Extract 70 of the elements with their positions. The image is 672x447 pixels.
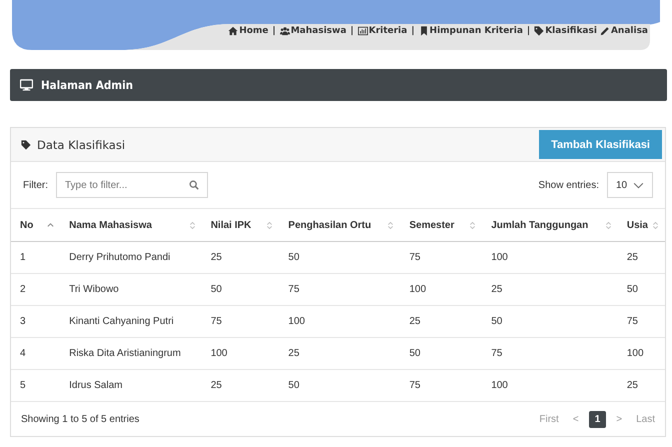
table-cell: 1 — [11, 242, 60, 274]
nav-link[interactable]: Klasifikasi — [534, 26, 597, 36]
show-entries-label: Show entries: — [538, 180, 599, 190]
column-header[interactable]: Nama Mahasiswa — [60, 209, 202, 242]
nav-link[interactable]: Analisa — [600, 26, 648, 36]
bookmark-icon — [418, 26, 429, 36]
table-cell: Tri Wibowo — [60, 274, 202, 306]
column-header[interactable]: Nilai IPK — [202, 209, 280, 242]
table-cell: 25 — [202, 242, 280, 274]
card-title: Data Klasifikasi — [37, 138, 126, 152]
filter-label: Filter: — [23, 180, 48, 190]
column-header[interactable]: No — [11, 209, 60, 242]
nav-separator: | — [350, 26, 354, 36]
table-cell: 25 — [618, 370, 665, 402]
table-cell: 75 — [618, 306, 665, 338]
table-cell: 50 — [279, 242, 400, 274]
table-cell: 50 — [279, 370, 400, 402]
table-cell: 25 — [279, 338, 400, 370]
search-icon — [189, 180, 199, 190]
table-cell: 25 — [482, 274, 618, 306]
nav-link[interactable]: Mahasiswa — [280, 26, 346, 36]
table-cell: 25 — [400, 306, 482, 338]
table-cell: 50 — [202, 274, 280, 306]
entries-select[interactable]: 10 — [607, 172, 653, 198]
nav-link[interactable]: Home — [228, 26, 268, 36]
page-link[interactable]: 1 — [588, 410, 606, 428]
chevron-down-icon — [633, 182, 644, 188]
table-cell: 75 — [400, 370, 482, 402]
table-cell: 25 — [202, 370, 280, 402]
chart-icon — [358, 26, 368, 36]
table-cell: 75 — [400, 242, 482, 274]
filter-field[interactable]: Type to filter... — [56, 172, 208, 198]
table-cell: 100 — [400, 274, 482, 306]
table-cell: 100 — [482, 370, 618, 402]
table-cell: 3 — [11, 306, 60, 338]
column-header[interactable]: Penghasilan Ortu — [279, 209, 400, 242]
table-cell: 50 — [400, 338, 482, 370]
nav-link[interactable]: Himpunan Kriteria — [418, 26, 523, 36]
table-cell: 5 — [11, 370, 60, 402]
table-cell: 25 — [618, 242, 665, 274]
column-header[interactable]: Usia — [618, 209, 665, 242]
admin-title: Halaman Admin — [41, 78, 133, 92]
table-cell: 2 — [11, 274, 60, 306]
tag-icon — [21, 140, 31, 150]
nav-separator: | — [526, 26, 530, 36]
table-cell: 75 — [482, 338, 618, 370]
column-header[interactable]: Semester — [400, 209, 482, 242]
nav-separator: | — [411, 26, 415, 36]
table-cell: Kinanti Cahyaning Putri — [60, 306, 202, 338]
table-cell: Idrus Salam — [60, 370, 202, 402]
table-cell: 100 — [279, 306, 400, 338]
nav-separator: | — [272, 26, 276, 36]
table-cell: Derry Prihutomo Pandi — [60, 242, 202, 274]
table-cell: 50 — [618, 274, 665, 306]
users-icon — [280, 26, 290, 36]
table-cell: 4 — [11, 338, 60, 370]
table-cell: 50 — [482, 306, 618, 338]
pencil-icon — [600, 26, 610, 36]
monitor-icon — [20, 79, 33, 91]
table-cell: 100 — [482, 242, 618, 274]
tag-icon — [534, 26, 544, 36]
entries-info: Showing 1 to 5 of 5 entries — [21, 414, 140, 424]
table-cell: 75 — [279, 274, 400, 306]
home-icon — [228, 26, 238, 36]
table-cell: 100 — [618, 338, 665, 370]
column-header[interactable]: Jumlah Tanggungan — [482, 209, 618, 242]
table-cell: 75 — [202, 306, 280, 338]
table-cell: 100 — [202, 338, 280, 370]
nav-link[interactable]: Kriteria — [358, 26, 408, 36]
table-cell: Riska Dita Aristianingrum — [60, 338, 202, 370]
